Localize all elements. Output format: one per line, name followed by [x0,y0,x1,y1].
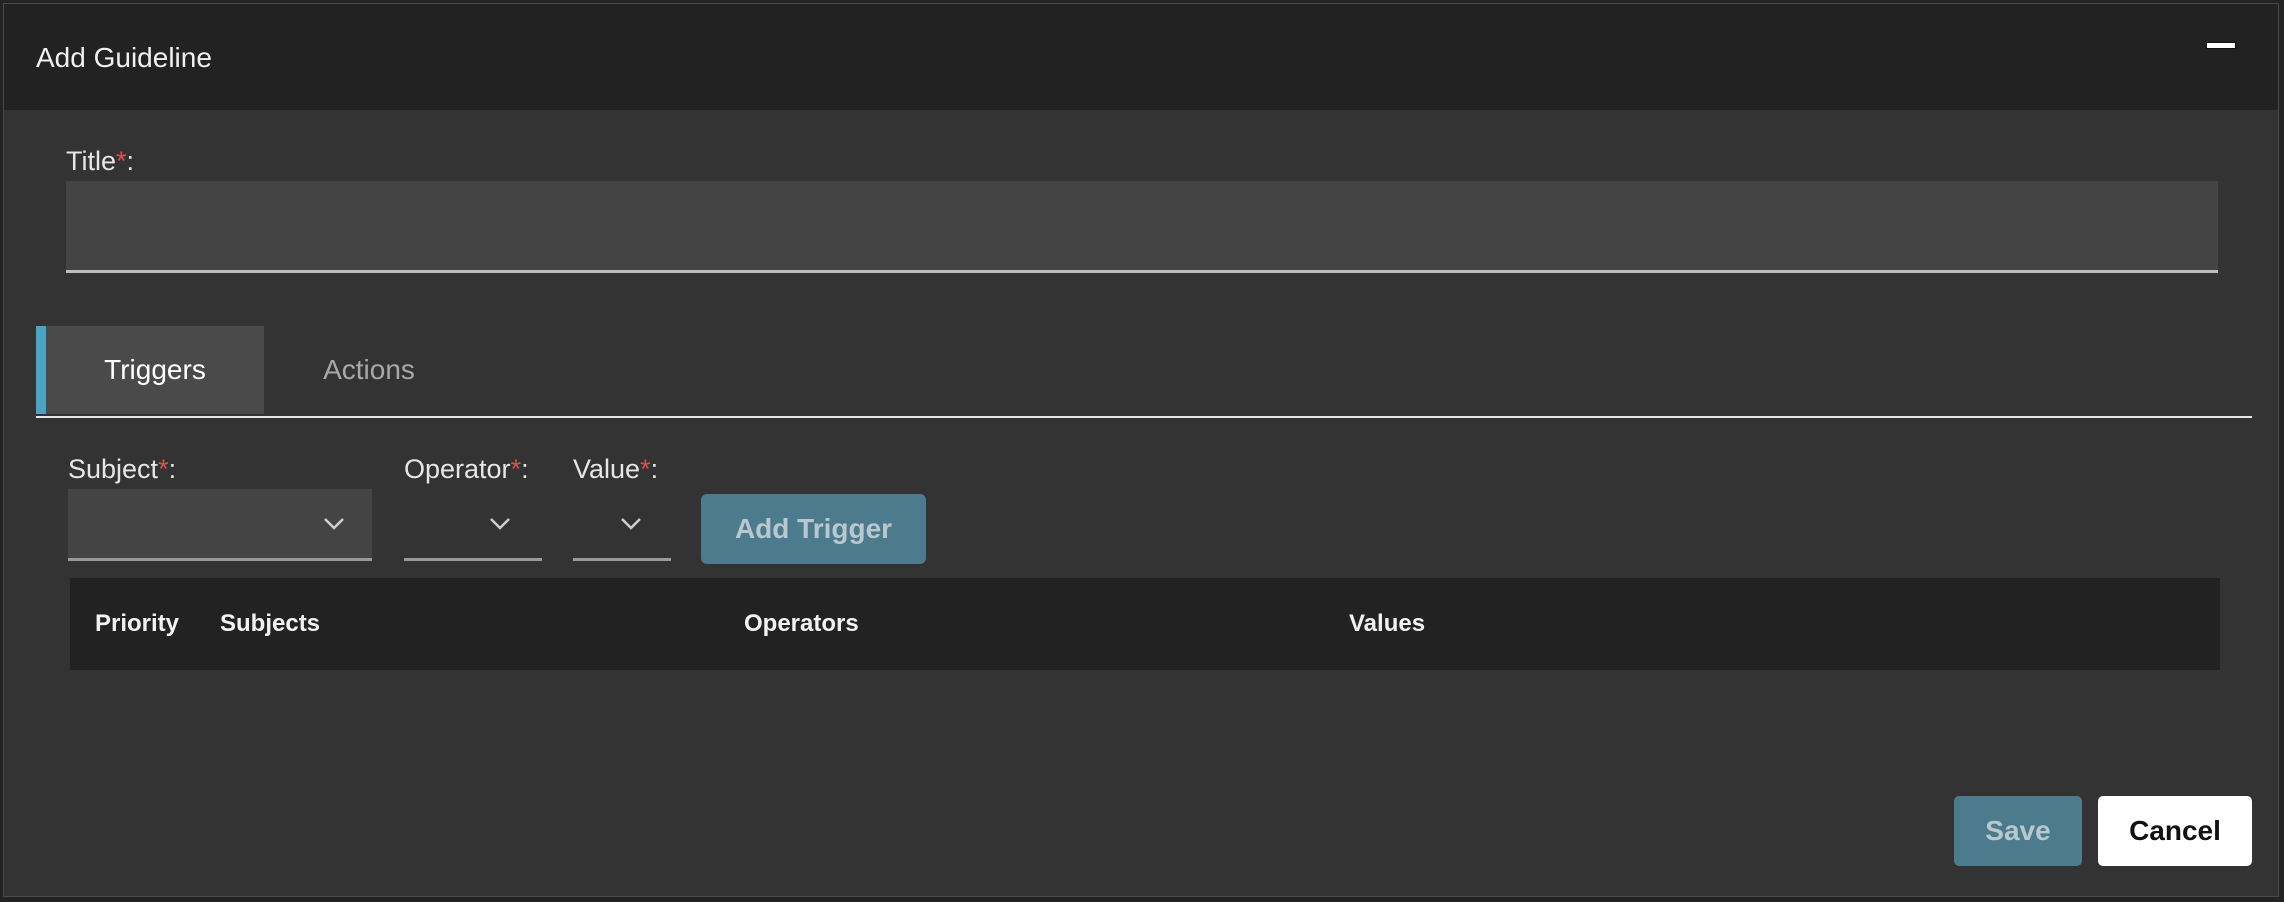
label-colon: : [168,454,177,484]
operator-select[interactable] [404,489,542,561]
tab-triggers[interactable]: Triggers [36,326,264,414]
add-guideline-dialog: Add Guideline Title*: Triggers Actions S… [3,3,2279,897]
title-label: Title*: [66,146,134,177]
chevron-down-icon [490,518,510,530]
required-mark: * [158,454,169,484]
cancel-button[interactable]: Cancel [2098,796,2252,866]
required-mark: * [640,454,651,484]
dialog-title: Add Guideline [36,42,212,73]
value-label-text: Value [573,454,641,484]
add-trigger-button[interactable]: Add Trigger [701,494,926,564]
chevron-down-icon [324,518,344,530]
required-mark: * [510,454,522,484]
minimize-icon [2206,42,2236,49]
operator-label: Operator*: [404,454,529,485]
tab-actions[interactable]: Actions [294,326,444,414]
subject-label-text: Subject [68,454,159,484]
column-header-subjects[interactable]: Subjects [220,610,320,638]
save-button[interactable]: Save [1954,796,2082,866]
subject-label: Subject*: [68,454,176,485]
value-select[interactable] [573,489,671,561]
tab-bar: Triggers Actions [36,326,2252,418]
label-colon: : [650,454,659,484]
label-colon: : [521,454,529,484]
triggers-table-header: Priority Subjects Operators Values [70,578,2220,670]
column-header-values[interactable]: Values [1349,610,1425,638]
column-header-operators[interactable]: Operators [744,610,859,638]
chevron-down-icon [621,518,641,530]
column-header-priority[interactable]: Priority [95,610,179,638]
dialog-header: Add Guideline [4,4,2278,110]
value-label: Value*: [573,454,658,485]
required-mark: * [116,146,127,176]
label-colon: : [126,146,135,176]
minimize-button[interactable] [2206,38,2236,52]
operator-label-text: Operator [404,454,511,484]
title-label-text: Title [66,146,117,176]
title-input[interactable] [66,181,2218,273]
subject-select[interactable] [68,489,372,561]
